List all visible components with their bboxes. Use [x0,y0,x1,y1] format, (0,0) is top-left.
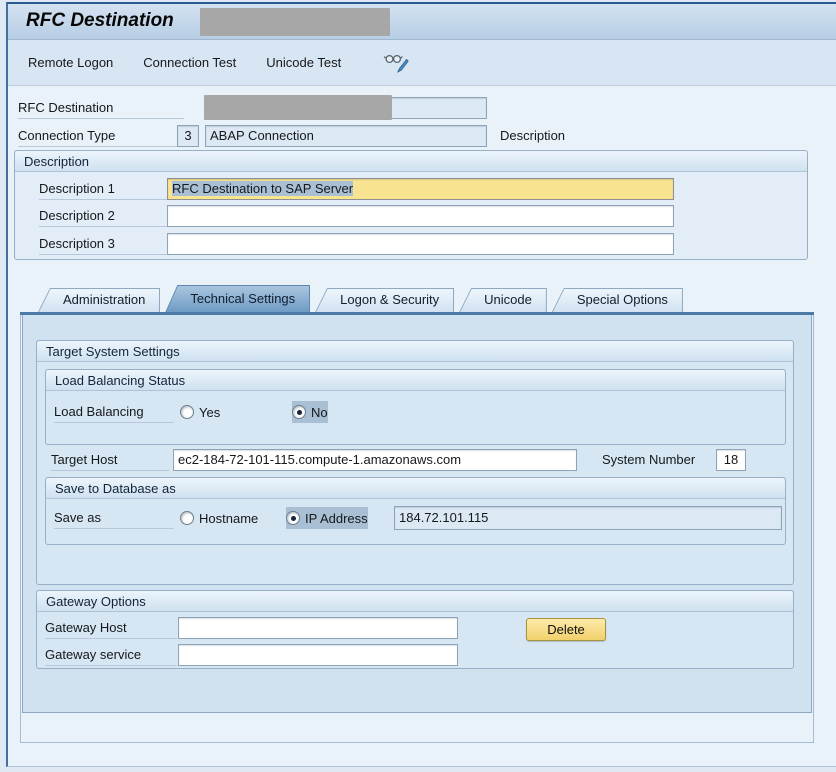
radio-icon [286,511,300,525]
save-to-database-group: Save to Database as Save as Hostname IP … [45,477,786,545]
description-row: Description 3 [15,231,807,259]
application-toolbar: Remote Logon Connection Test Unicode Tes… [8,40,836,86]
load-balancing-status-group: Load Balancing Status Load Balancing Yes… [45,369,786,445]
description-side-label: Description [500,125,565,147]
description-row: Description 2 [15,203,807,231]
description-3-label: Description 3 [39,233,167,255]
description-2-input[interactable] [167,205,674,227]
description-group-title: Description [15,151,807,172]
rfc-destination-label: RFC Destination [18,97,184,119]
gateway-host-label: Gateway Host [45,617,177,639]
gateway-service-input[interactable] [178,644,458,666]
focus-corner-icon [167,178,171,182]
screen-body: RFC Destination Connection Type 3 ABAP C… [8,86,836,766]
tab-unicode[interactable]: Unicode [459,288,547,312]
rfc-destination-window: RFC Destination Remote Logon Connection … [6,2,836,767]
remote-logon-button[interactable]: Remote Logon [28,55,113,70]
radio-icon [292,405,306,419]
tab-special-options[interactable]: Special Options [552,288,683,312]
load-balancing-no-radio[interactable]: No [292,401,328,423]
redacted-destination-value [204,95,392,120]
radio-icon [180,511,194,525]
radio-icon [180,405,194,419]
title-bar: RFC Destination [8,4,836,40]
technical-settings-panel: Target System Settings Load Balancing St… [22,315,812,713]
load-balancing-yes-radio[interactable]: Yes [180,401,220,423]
description-1-input[interactable]: RFC Destination to SAP Server [167,178,674,200]
gateway-options-group: Gateway Options Gateway Host Delete Gate… [36,590,794,669]
target-system-settings-group: Target System Settings Load Balancing St… [36,340,794,585]
load-balancing-status-title: Load Balancing Status [46,370,785,391]
ip-address-field: 184.72.101.115 [394,506,782,530]
target-host-input[interactable]: ec2-184-72-101-115.compute-1.amazonaws.c… [173,449,577,471]
target-system-settings-title: Target System Settings [37,341,793,362]
description-2-label: Description 2 [39,205,167,227]
unicode-test-button[interactable]: Unicode Test [266,55,341,70]
connection-type-value-field: 3 [177,125,199,147]
selected-text: RFC Destination to SAP Server [172,181,353,196]
tab-logon-security[interactable]: Logon & Security [315,288,454,312]
redacted-destination-name [200,8,390,36]
focus-corner-icon [167,196,171,200]
display-change-icon[interactable] [383,53,409,73]
page-title: RFC Destination [26,10,174,32]
system-number-label: System Number [602,449,695,471]
save-as-ip-address-radio[interactable]: IP Address [286,507,368,529]
gateway-options-title: Gateway Options [37,591,793,612]
description-row: Description 1 RFC Destination to SAP Ser… [15,175,807,203]
target-host-label: Target Host [51,449,169,471]
description-group: Description Description 1 RFC Destinatio… [14,150,808,260]
system-number-input[interactable]: 18 [716,449,746,471]
tab-control-frame: Target System Settings Load Balancing St… [20,315,814,743]
focus-corner-icon [670,196,674,200]
description-3-input[interactable] [167,233,674,255]
gateway-host-input[interactable] [178,617,458,639]
connection-type-label: Connection Type [18,125,177,147]
load-balancing-label: Load Balancing [54,401,174,423]
focus-corner-icon [670,178,674,182]
tab-administration[interactable]: Administration [38,288,160,312]
description-1-label: Description 1 [39,178,167,200]
tab-strip: Administration Technical Settings Logon … [38,288,688,312]
save-as-hostname-radio[interactable]: Hostname [180,507,258,529]
save-as-label: Save as [54,507,174,529]
gateway-service-label: Gateway service [45,644,177,666]
connection-type-text-field: ABAP Connection [205,125,487,147]
delete-button[interactable]: Delete [526,618,606,641]
tab-technical-settings[interactable]: Technical Settings [165,285,310,312]
save-to-database-title: Save to Database as [46,478,785,499]
connection-test-button[interactable]: Connection Test [143,55,236,70]
